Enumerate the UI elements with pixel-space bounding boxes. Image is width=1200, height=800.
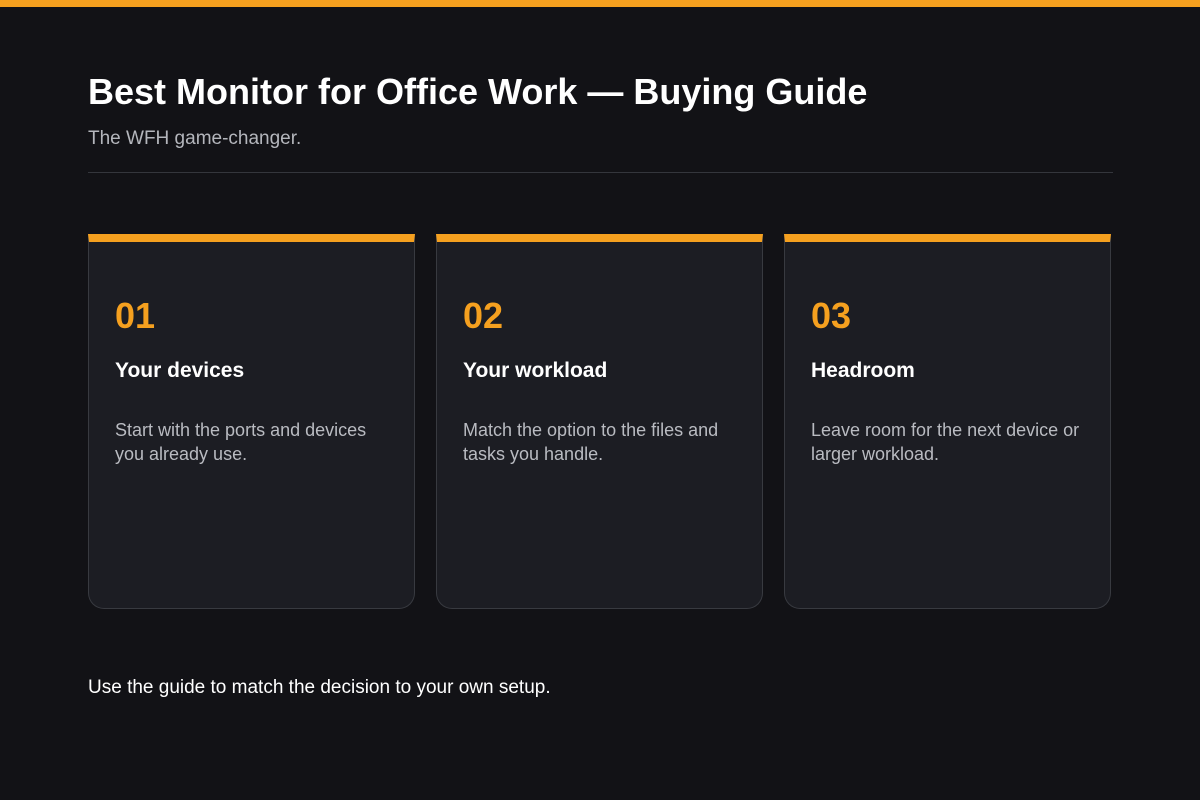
card-number: 03	[811, 295, 852, 336]
card-description: Start with the ports and devices you alr…	[115, 420, 367, 464]
page-subtitle: The WFH game-changer.	[88, 128, 302, 149]
card-title: Headroom	[811, 359, 915, 382]
top-accent-bar	[0, 0, 1200, 7]
guide-card-headroom: 03 Headroom Leave room for the next devi…	[784, 234, 1111, 609]
guide-cards: 01 Your devices Start with the ports and…	[88, 234, 1112, 610]
card-number: 02	[463, 295, 504, 336]
page-title: Best Monitor for Office Work — Buying Gu…	[88, 71, 868, 112]
card-title: Your workload	[463, 359, 608, 382]
footer-note: Use the guide to match the decision to y…	[88, 677, 551, 698]
card-description: Leave room for the next device or larger…	[811, 420, 1080, 464]
card-number: 01	[115, 295, 156, 336]
page-header: Best Monitor for Office Work — Buying Gu…	[88, 70, 1113, 151]
header-divider	[88, 172, 1113, 173]
guide-card-workload: 02 Your workload Match the option to the…	[436, 234, 763, 609]
card-title: Your devices	[115, 359, 245, 382]
card-description: Match the option to the files and tasks …	[463, 420, 719, 464]
guide-card-devices: 01 Your devices Start with the ports and…	[88, 234, 415, 609]
